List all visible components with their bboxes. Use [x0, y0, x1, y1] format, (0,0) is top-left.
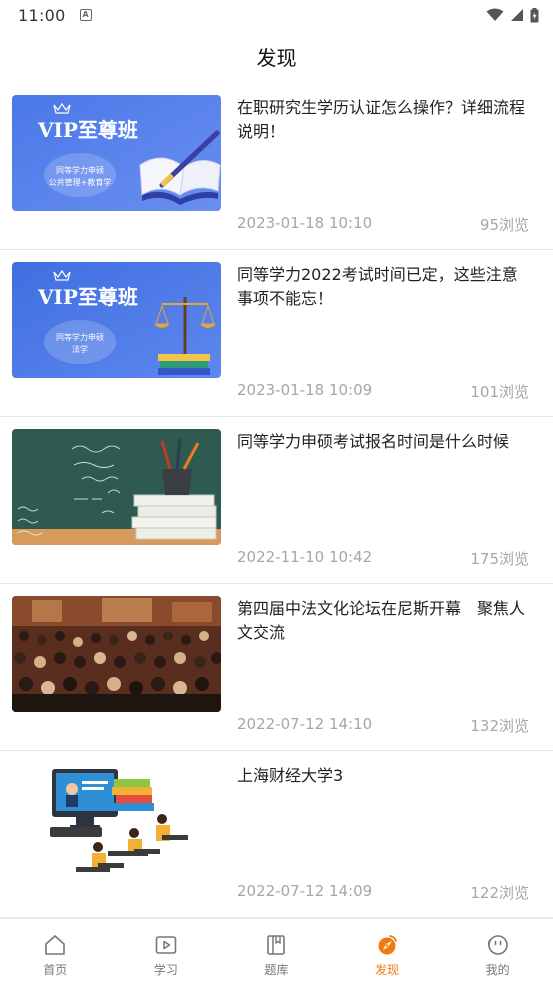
a-notification-icon: A — [79, 9, 92, 21]
battery-icon — [530, 7, 539, 22]
thumb-line2: 法学 — [72, 344, 88, 354]
tab-mine[interactable]: 我的 — [442, 919, 553, 984]
article-date: 2023-01-18 10:10 — [237, 214, 373, 232]
tab-label: 题库 — [264, 963, 289, 977]
article-item[interactable]: 第四届中法文化论坛在尼斯开幕 聚焦人文交流 2022-07-12 14:10 1… — [0, 584, 553, 751]
article-item[interactable]: VIP至尊班 同等学力申硕 法学 同等学力2022考试时间已定，这些注意事项不能… — [0, 250, 553, 417]
article-date: 2022-07-12 14:09 — [237, 882, 373, 900]
article-item[interactable]: VIP至尊班 同等学力申硕 公共管理+教育学 在职研究生学历认证怎么操作？详细流… — [0, 83, 553, 250]
article-title: 第四届中法文化论坛在尼斯开幕 聚焦人文交流 — [237, 599, 526, 642]
article-thumbnail — [12, 763, 221, 879]
header: 发现 — [0, 30, 553, 82]
article-views: 175浏览 — [470, 550, 529, 568]
article-views: 122浏览 — [470, 884, 529, 902]
article-date: 2023-01-18 10:09 — [237, 381, 373, 399]
thumb-line2: 公共管理+教育学 — [49, 177, 112, 187]
article-views: 101浏览 — [470, 383, 529, 401]
compass-icon — [378, 935, 397, 955]
signal-icon — [511, 9, 523, 21]
article-date: 2022-11-10 10:42 — [237, 548, 373, 566]
tab-question-bank[interactable]: 题库 — [221, 919, 332, 984]
article-thumbnail: VIP至尊班 同等学力申硕 法学 — [12, 262, 221, 378]
status-time: 11:00 — [18, 5, 66, 25]
play-icon — [155, 936, 177, 954]
article-title: 上海财经大学3 — [237, 766, 344, 785]
tab-discover[interactable]: 发现 — [332, 919, 443, 984]
tab-label: 首页 — [43, 963, 68, 977]
article-title: 同等学力申硕考试报名时间是什么时候 — [237, 432, 510, 451]
bottom-tab-bar: 首页 学习 题库 发现 我的 — [0, 918, 553, 984]
thumb-heading: VIP至尊班 — [37, 285, 138, 309]
tab-label: 学习 — [153, 963, 178, 977]
thumb-line1: 同等学力申硕 — [56, 332, 104, 342]
article-item[interactable]: 上海财经大学3 2022-07-12 14:09 122浏览 — [0, 751, 553, 918]
status-icons — [486, 7, 539, 23]
article-item[interactable]: 同等学力申硕考试报名时间是什么时候 2022-11-10 10:42 175浏览 — [0, 417, 553, 584]
wifi-icon — [486, 8, 504, 21]
article-views: 95浏览 — [479, 216, 529, 234]
face-icon — [487, 935, 508, 955]
tab-home[interactable]: 首页 — [0, 919, 111, 984]
article-title: 同等学力2022考试时间已定，这些注意事项不能忘！ — [237, 265, 518, 308]
tab-label: 发现 — [375, 963, 400, 977]
article-thumbnail: VIP至尊班 同等学力申硕 公共管理+教育学 — [12, 95, 221, 211]
status-bar: 11:00 A — [0, 0, 553, 30]
tab-study[interactable]: 学习 — [111, 919, 222, 984]
book-icon — [267, 935, 286, 955]
article-date: 2022-07-12 14:10 — [237, 715, 373, 733]
tab-label: 我的 — [485, 963, 510, 977]
article-views: 132浏览 — [470, 717, 529, 735]
article-thumbnail — [12, 596, 221, 712]
page-title: 发现 — [256, 45, 297, 70]
thumb-line1: 同等学力申硕 — [56, 165, 104, 175]
article-feed: VIP至尊班 同等学力申硕 公共管理+教育学 在职研究生学历认证怎么操作？详细流… — [0, 83, 553, 918]
home-icon — [45, 935, 66, 955]
article-thumbnail — [12, 429, 221, 545]
article-title: 在职研究生学历认证怎么操作？详细流程说明！ — [237, 98, 526, 141]
thumb-heading: VIP至尊班 — [37, 118, 138, 142]
